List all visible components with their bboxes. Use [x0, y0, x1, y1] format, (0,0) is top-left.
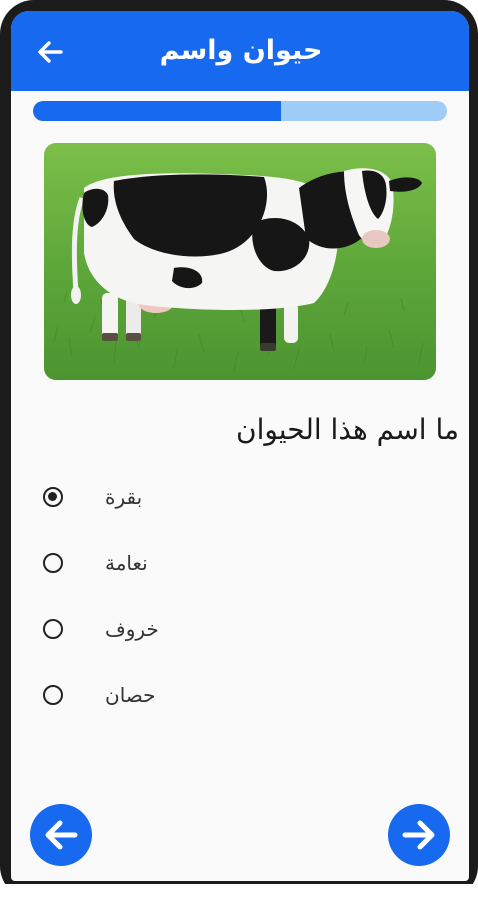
radio-button-selected[interactable]: [43, 487, 63, 507]
progress-bar-fill: [33, 101, 282, 121]
option-label: حصان: [105, 683, 156, 707]
app-bar: حيوان واسم: [11, 11, 469, 91]
option-ostrich[interactable]: نعامة: [39, 543, 239, 583]
page-title: حيوان واسم: [159, 35, 323, 66]
arrow-left-icon: [38, 41, 63, 63]
page-background: [0, 884, 478, 900]
option-label: خروف: [105, 617, 159, 641]
radio-button[interactable]: [43, 553, 63, 573]
back-button[interactable]: [35, 37, 65, 67]
option-sheep[interactable]: خروف: [39, 609, 239, 649]
next-button[interactable]: [388, 804, 450, 866]
cow-photo: [44, 143, 436, 380]
option-horse[interactable]: حصان: [39, 675, 239, 715]
option-cow[interactable]: بقرة: [39, 477, 239, 517]
question-text: ما اسم هذا الحيوان: [236, 413, 459, 446]
progress-bar: [33, 101, 447, 121]
option-label: نعامة: [105, 551, 148, 575]
option-label: بقرة: [105, 485, 143, 509]
radio-button[interactable]: [43, 619, 63, 639]
app-screen: حيوان واسم ما اسم هذا الحيوان بقرة نعامة…: [11, 11, 469, 881]
previous-button[interactable]: [30, 804, 92, 866]
arrow-left-icon: [45, 820, 78, 850]
arrow-right-icon: [402, 820, 435, 850]
radio-button[interactable]: [43, 685, 63, 705]
